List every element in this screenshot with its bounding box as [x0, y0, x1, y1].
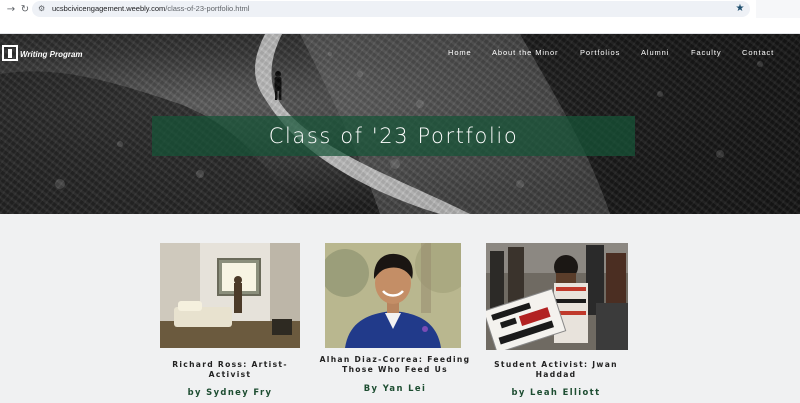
- url-path: /class-of-23-portfolio.html: [165, 4, 250, 13]
- card-image-portrait[interactable]: [325, 243, 461, 348]
- address-bar[interactable]: ⚙ ucsbcivicengagement.weebly.com/class-o…: [32, 1, 750, 17]
- card-title[interactable]: Richard Ross: Artist-Activist: [154, 360, 306, 380]
- bookmark-star-icon[interactable]: ★: [734, 2, 746, 16]
- card-image-protest[interactable]: [486, 243, 628, 350]
- main-navigation: Home About the Minor Portfolios Alumni F…: [0, 48, 800, 60]
- card-title[interactable]: Student Activist: Jwan Haddad: [480, 360, 632, 380]
- nav-faculty[interactable]: Faculty: [691, 48, 721, 57]
- title-banner: Class of '23 Portfolio: [152, 116, 635, 156]
- nav-portfolios[interactable]: Portfolios: [580, 48, 620, 57]
- card-author: by Leah Elliott: [511, 387, 601, 397]
- card-title[interactable]: Alhan Diaz-Correa: Feeding Those Who Fee…: [319, 355, 471, 375]
- browser-chrome: → ↻ ⚙ ucsbcivicengagement.weebly.com/cla…: [0, 0, 800, 34]
- nav-about-the-minor[interactable]: About the Minor: [492, 48, 558, 57]
- reload-icon[interactable]: ↻: [18, 3, 32, 17]
- url-text[interactable]: ucsbcivicengagement.weebly.com/class-of-…: [52, 3, 249, 15]
- nav-alumni[interactable]: Alumni: [641, 48, 669, 57]
- hero-header: Writing Program Home About the Minor Por…: [0, 34, 800, 214]
- nav-contact[interactable]: Contact: [742, 48, 774, 57]
- site-info-icon[interactable]: ⚙: [38, 3, 48, 15]
- card-author: by Sydney Fry: [187, 387, 273, 397]
- nav-home[interactable]: Home: [448, 48, 472, 57]
- card-image-room[interactable]: [160, 243, 300, 348]
- page-title: Class of '23 Portfolio: [268, 124, 519, 148]
- browser-toolbar-right: [756, 0, 800, 18]
- forward-arrow-icon[interactable]: →: [4, 3, 18, 17]
- url-domain: ucsbcivicengagement.weebly.com: [52, 4, 166, 13]
- card-author: By Yan Lei: [363, 383, 427, 393]
